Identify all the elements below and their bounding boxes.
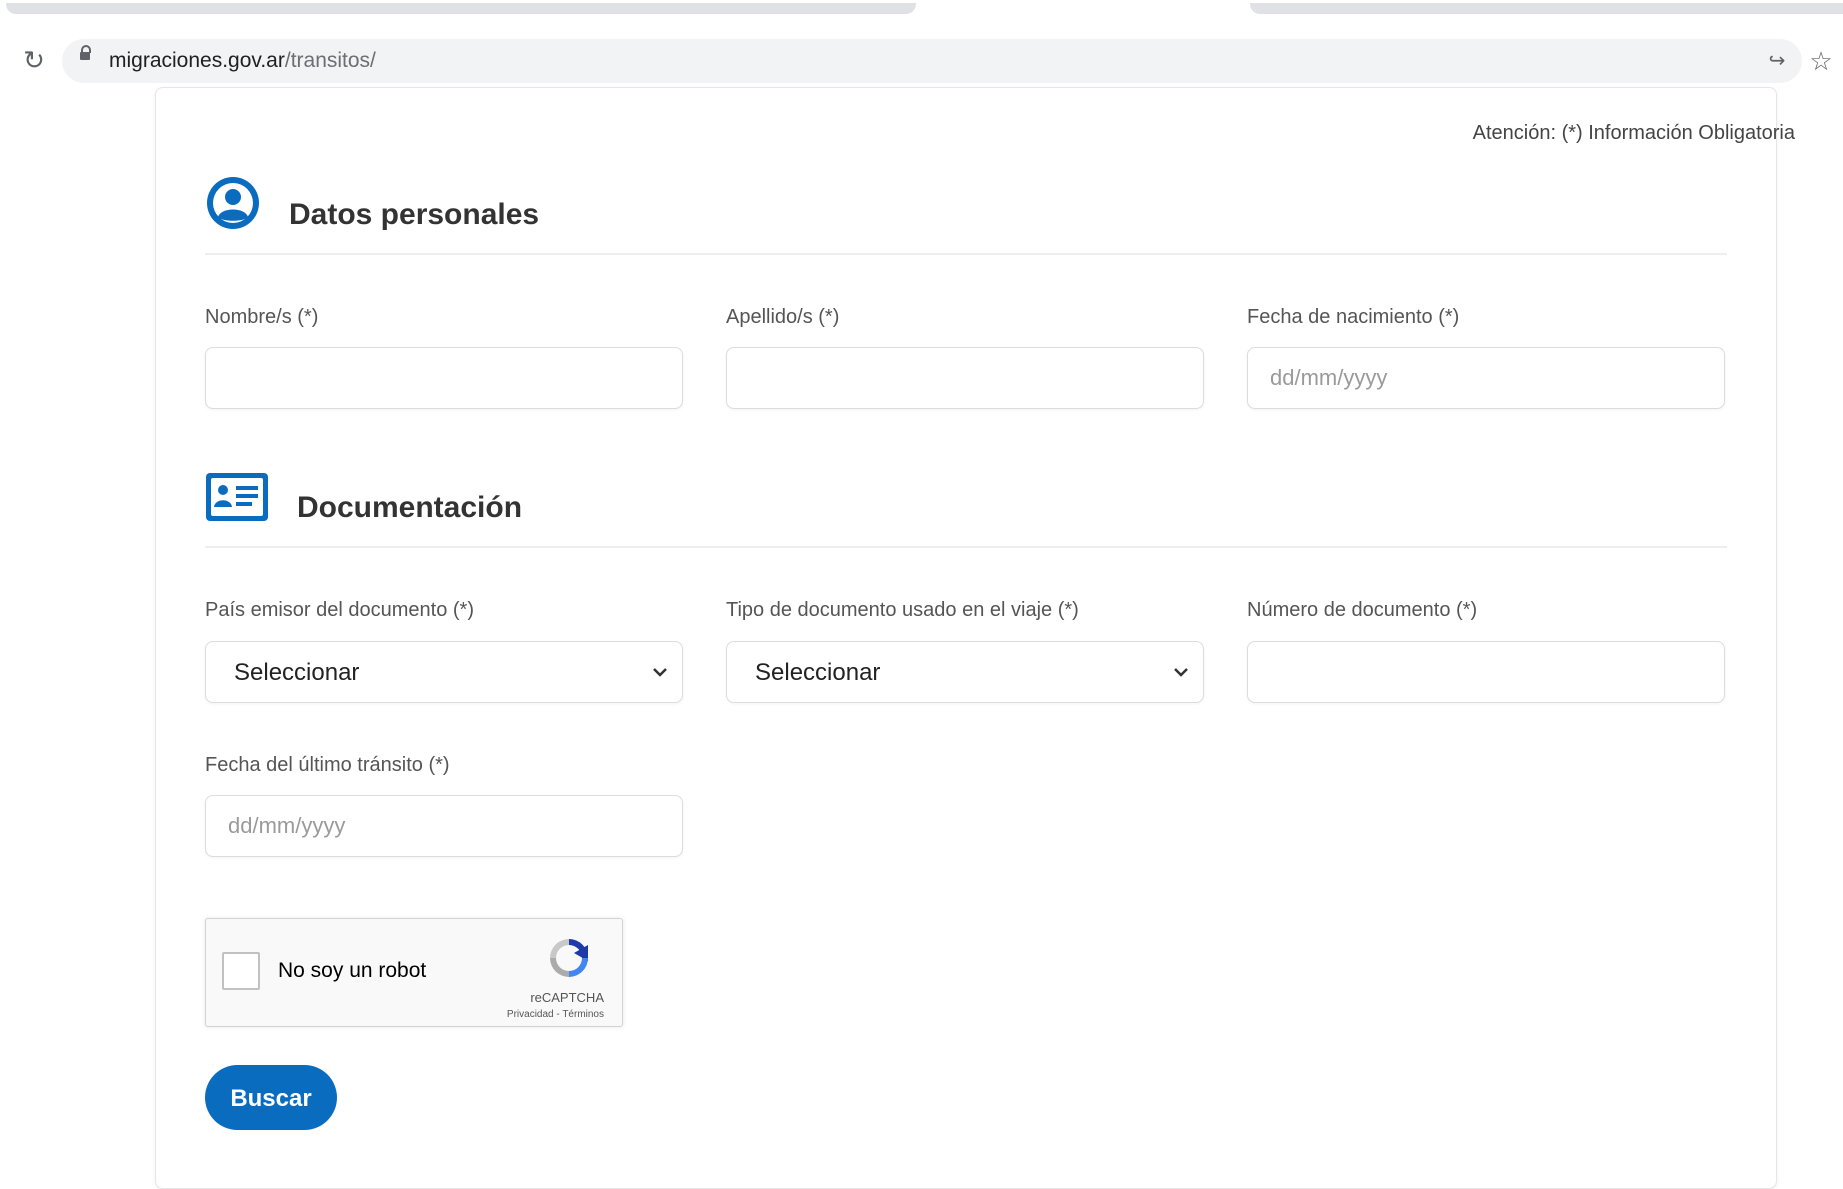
chevron-down-icon [653,668,667,677]
fecha-nacimiento-label: Fecha de nacimiento (*) [1247,306,1460,328]
browser-tab[interactable] [1250,3,1843,14]
recaptcha-checkbox[interactable] [222,952,260,990]
url-host: migraciones.gov.ar [109,49,285,72]
numero-documento-label: Número de documento (*) [1247,599,1478,621]
recaptcha-label: No soy un robot [278,959,427,982]
star-icon[interactable]: ☆ [1808,47,1834,75]
section-divider [205,546,1727,548]
lock-icon[interactable] [80,45,91,60]
recaptcha-widget: No soy un robot reCAPTCHA Privacidad - T… [205,918,623,1027]
url-text[interactable]: migraciones.gov.ar/transitos/ [109,39,376,83]
user-circle-icon [207,177,259,229]
tipo-documento-select[interactable]: Seleccionar [726,641,1204,703]
apellido-input[interactable] [726,347,1204,409]
section-title-documentacion: Documentación [297,491,523,524]
browser-toolbar: ↻ migraciones.gov.ar/transitos/ ↪ ☆ [0,20,1843,84]
share-icon[interactable]: ↪ [1766,50,1788,72]
pais-emisor-select[interactable]: Seleccionar [205,641,683,703]
recaptcha-logo-icon [550,939,588,977]
section-divider [205,253,1727,255]
recaptcha-brand: reCAPTCHA [530,990,604,1005]
section-title-personal: Datos personales [289,198,540,231]
fecha-nacimiento-input[interactable] [1247,347,1725,409]
browser-tab[interactable] [6,3,916,14]
tipo-documento-label: Tipo de documento usado en el viaje (*) [726,599,1079,621]
reload-icon[interactable]: ↻ [20,46,48,74]
nombre-input[interactable] [205,347,683,409]
url-path: /transitos/ [284,49,376,72]
nombre-label: Nombre/s (*) [205,306,319,328]
required-info-note: Atención: (*) Información Obligatoria [1472,122,1795,144]
address-bar[interactable]: migraciones.gov.ar/transitos/ [62,39,1802,83]
tipo-documento-value: Seleccionar [755,659,881,686]
pais-emisor-label: País emisor del documento (*) [205,599,475,621]
apellido-label: Apellido/s (*) [726,306,840,328]
id-card-icon [206,473,268,521]
buscar-button[interactable]: Buscar [205,1065,337,1130]
fecha-transito-input[interactable] [205,795,683,857]
chevron-down-icon [1174,668,1188,677]
tab-strip [0,0,1843,20]
numero-documento-input[interactable] [1247,641,1725,703]
fecha-transito-label: Fecha del último tránsito (*) [205,754,450,776]
pais-emisor-value: Seleccionar [234,659,360,686]
recaptcha-links[interactable]: Privacidad - Términos [507,1009,604,1020]
